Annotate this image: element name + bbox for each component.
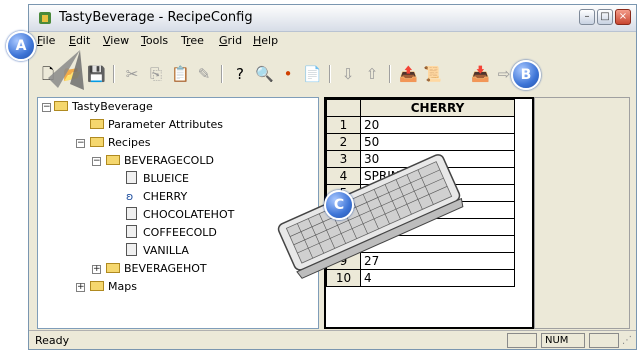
callout-c: C [324,190,354,220]
status-cell-empty [589,333,619,348]
help-icon[interactable]: ? [231,65,249,83]
tree-node-chocolatehot[interactable]: CHOCOLATEHOT [126,206,234,224]
recipe-document-icon [126,171,137,184]
row-number[interactable]: 1 [326,116,361,134]
folder-icon [90,281,104,291]
tree-node-beveragecold[interactable]: BEVERAGECOLD [106,152,214,170]
marker-icon[interactable]: • [279,65,297,83]
tree-node-blueice[interactable]: BLUEICE [126,170,189,188]
toolbar-separator [113,65,115,83]
minimize-button[interactable]: – [579,9,595,25]
delete-icon[interactable]: ✎ [195,65,213,83]
resize-grip-icon[interactable]: ⋰ [622,335,632,346]
find-icon[interactable]: 🔍 [255,65,274,83]
collapse-toggle[interactable]: − [42,103,51,112]
folder-icon [90,137,104,147]
keyboard-icon [277,154,464,279]
menu-grid[interactable]: Grid [219,34,242,47]
pointer-arrow-icon [48,50,84,90]
copy-icon[interactable]: ⎘ [147,65,165,83]
title-bar: TastyBeverage - RecipeConfig – □ × [29,5,636,32]
recipe-document-icon [126,243,137,256]
document-icon[interactable]: 📄 [303,65,322,83]
cherry-icon: ʚ [126,190,134,203]
callout-a: A [6,31,36,61]
paste-icon[interactable]: 📋 [171,65,190,83]
folder-icon [90,119,104,129]
window-title: TastyBeverage - RecipeConfig [59,10,253,25]
collapse-toggle[interactable]: − [76,139,85,148]
cut-icon[interactable]: ✂ [123,65,141,83]
tree-node-vanilla[interactable]: VANILLA [126,242,189,260]
num-lock-indicator: NUM [541,333,585,348]
send-icon[interactable]: 📤 [399,65,418,83]
app-icon [39,12,51,24]
status-cell-empty [507,333,537,348]
callout-b: B [511,60,541,90]
grid-corner [326,99,361,117]
menu-bar: File Edit View Tools Tree Grid Help [29,32,636,50]
tree-node-coffeecold[interactable]: COFFEECOLD [126,224,217,242]
toolbar-separator [329,65,331,83]
tree-root[interactable]: TastyBeverage [54,98,153,116]
folder-icon [54,101,68,111]
collapse-toggle[interactable]: − [92,157,101,166]
recipe-document-icon [126,207,137,220]
tree-node-recipes[interactable]: Recipes [90,134,151,152]
tree-node-parameter-attributes[interactable]: Parameter Attributes [90,116,223,134]
recipe-copy-icon [126,225,137,238]
expand-toggle[interactable]: + [92,265,101,274]
load-icon[interactable]: 📥 [471,65,490,83]
toolbar-separator [389,65,391,83]
column-header-cherry[interactable]: CHERRY [360,99,515,117]
folder-icon [106,155,120,165]
grid-cell[interactable]: 50 [360,133,515,151]
status-text: Ready [35,334,70,347]
toolbar: 🗋 📂 💾 ✂ ⎘ 📋 ✎ ? 🔍 • 📄 ⇩ ⇧ 📤 📜 📥 ⇨ [29,51,636,95]
close-button[interactable]: × [615,9,631,25]
expand-toggle[interactable]: + [76,283,85,292]
tree-node-cherry[interactable]: ʚ CHERRY [126,188,187,206]
menu-tools[interactable]: Tools [141,34,168,47]
download-icon[interactable]: ⇩ [339,65,357,83]
grid-cell[interactable]: 20 [360,116,515,134]
menu-help[interactable]: Help [253,34,278,47]
tree-node-maps[interactable]: Maps [90,278,137,296]
maximize-button[interactable]: □ [597,9,613,25]
grid-empty-area [534,97,630,329]
recipe-icon[interactable]: 📜 [423,65,442,83]
toolbar-separator [221,65,223,83]
menu-view[interactable]: View [103,34,129,47]
tree-node-beveragehot[interactable]: BEVERAGEHOT [106,260,207,278]
menu-tree[interactable]: Tree [181,34,204,47]
folder-icon [106,263,120,273]
upload-icon[interactable]: ⇧ [363,65,381,83]
status-bar: Ready NUM ⋰ [29,330,636,350]
row-number[interactable]: 2 [326,133,361,151]
